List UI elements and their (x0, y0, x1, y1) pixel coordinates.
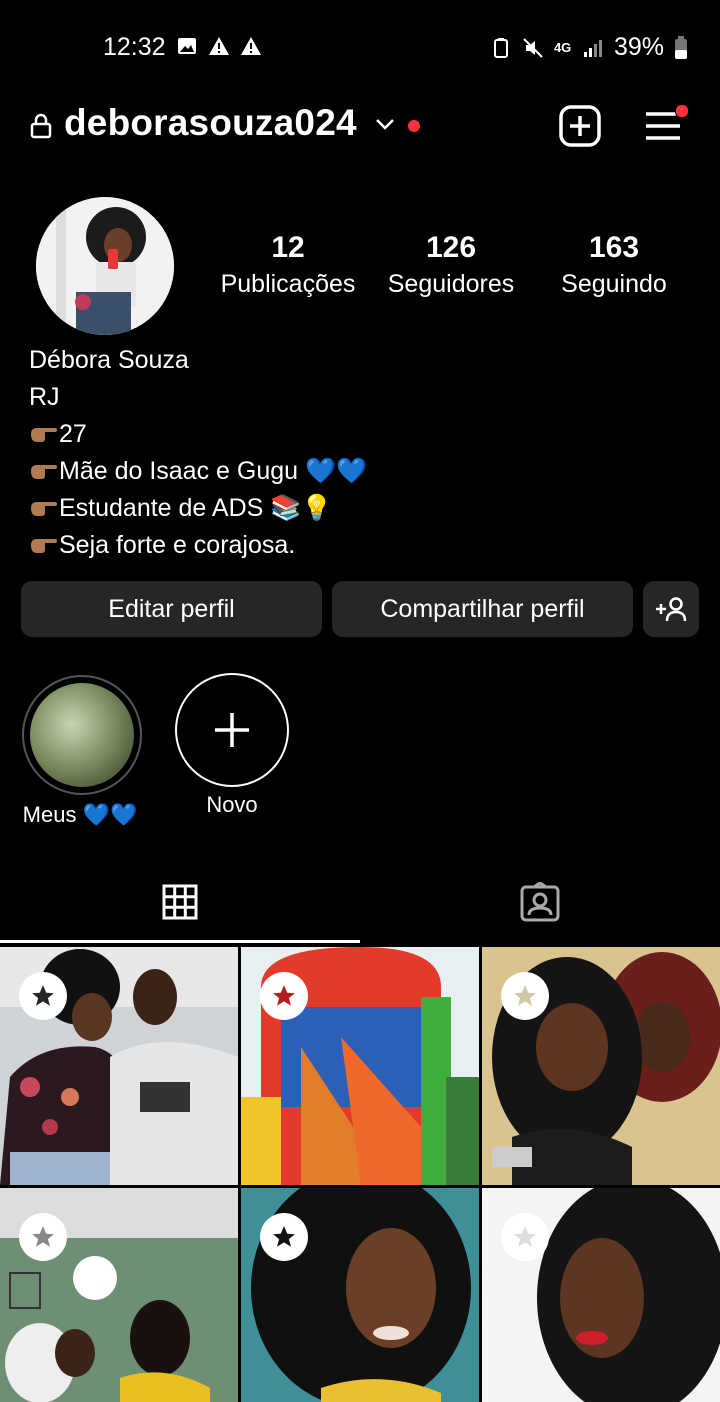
story-highlights: Meus 💙💙 Novo (0, 672, 720, 842)
stat-label: Seguidores (387, 270, 515, 298)
grid-icon[interactable] (162, 884, 198, 920)
highlight-label: Meus 💙💙 (22, 802, 138, 827)
profile-header: deborasouza024 (0, 98, 720, 158)
network-label: 4G (553, 39, 572, 55)
highlight-label: Novo (206, 792, 258, 817)
warning-icon (241, 37, 261, 55)
star-button[interactable] (501, 1213, 549, 1261)
username[interactable]: deborasouza024 (64, 102, 357, 144)
lock-icon (30, 113, 52, 139)
star-button[interactable] (260, 1213, 308, 1261)
star-button[interactable] (19, 972, 67, 1020)
pointing-hand-icon (31, 502, 57, 516)
posts-grid (0, 947, 720, 1402)
star-button[interactable] (501, 972, 549, 1020)
new-highlight-button[interactable] (175, 673, 289, 787)
post-thumbnail[interactable] (0, 1188, 238, 1402)
battery-saver-icon (493, 37, 508, 58)
star-button[interactable] (260, 972, 308, 1020)
star-icon (514, 985, 536, 1006)
active-tab-indicator (0, 940, 360, 943)
chevron-down-icon[interactable] (374, 116, 396, 132)
highlight-meus[interactable] (22, 675, 142, 795)
stat-label: Seguindo (561, 270, 667, 298)
stat-seguindo[interactable]: 163 Seguindo (556, 230, 672, 302)
battery-icon (675, 35, 687, 59)
discover-people-button[interactable] (643, 581, 699, 637)
profile-tabs (0, 860, 720, 944)
avatar-image (36, 197, 174, 335)
bio-line: Seja forte e corajosa. (29, 527, 367, 564)
signal-icon (583, 39, 602, 57)
share-profile-button[interactable]: Compartilhar perfil (332, 581, 633, 637)
plus-icon (215, 713, 249, 747)
star-icon (273, 1226, 295, 1247)
bio-line-text: Mãe do Isaac e Gugu 💙💙 (59, 457, 368, 485)
pointing-hand-icon (31, 539, 57, 553)
post-thumbnail[interactable] (241, 947, 479, 1185)
add-person-icon (656, 597, 687, 622)
bio-line-text: Estudante de ADS 📚💡 (59, 494, 333, 522)
stat-seguidores[interactable]: 126 Seguidores (384, 230, 518, 302)
bio-line: Mãe do Isaac e Gugu 💙💙 (29, 453, 367, 490)
star-button[interactable] (19, 1213, 67, 1261)
star-icon (514, 1226, 536, 1247)
star-icon (273, 985, 295, 1006)
bio-line-text: 27 (59, 420, 87, 448)
status-bar: 12:32 4G 39% (0, 0, 720, 95)
bio-location: RJ (29, 383, 60, 411)
stat-label: Publicações (220, 270, 356, 298)
bio-line: Estudante de ADS 📚💡 (29, 490, 367, 527)
tagged-icon[interactable] (520, 882, 560, 922)
star-icon (32, 985, 54, 1006)
stat-publicacoes[interactable]: 12 Publicações (218, 230, 358, 302)
status-time: 12:32 (103, 33, 166, 61)
notification-dot (408, 120, 420, 132)
stat-value: 12 (271, 231, 305, 264)
battery-percent: 39% (613, 33, 664, 61)
bio-line: 27 (29, 416, 367, 453)
pointing-hand-icon (31, 465, 57, 479)
post-thumbnail[interactable] (0, 947, 238, 1185)
edit-profile-button[interactable]: Editar perfil (21, 581, 322, 637)
stat-value: 163 (588, 231, 640, 264)
pointing-hand-icon (31, 428, 57, 442)
avatar[interactable] (36, 197, 174, 335)
add-post-icon[interactable] (559, 105, 601, 147)
mute-icon (523, 37, 543, 58)
post-thumbnail[interactable] (482, 1188, 720, 1402)
star-icon (32, 1226, 54, 1247)
bio-name: Débora Souza (29, 346, 189, 374)
bio-line-text: Seja forte e corajosa. (59, 531, 296, 559)
gallery-icon (178, 38, 196, 54)
highlight-cover (30, 683, 134, 787)
menu-notification-dot (675, 104, 689, 118)
post-thumbnail[interactable] (241, 1188, 479, 1402)
post-thumbnail[interactable] (482, 947, 720, 1185)
warning-icon (209, 37, 229, 55)
stat-value: 126 (425, 231, 477, 264)
bio: Débora Souza RJ 27 Mãe do Isaac e Gugu 💙… (29, 342, 367, 564)
